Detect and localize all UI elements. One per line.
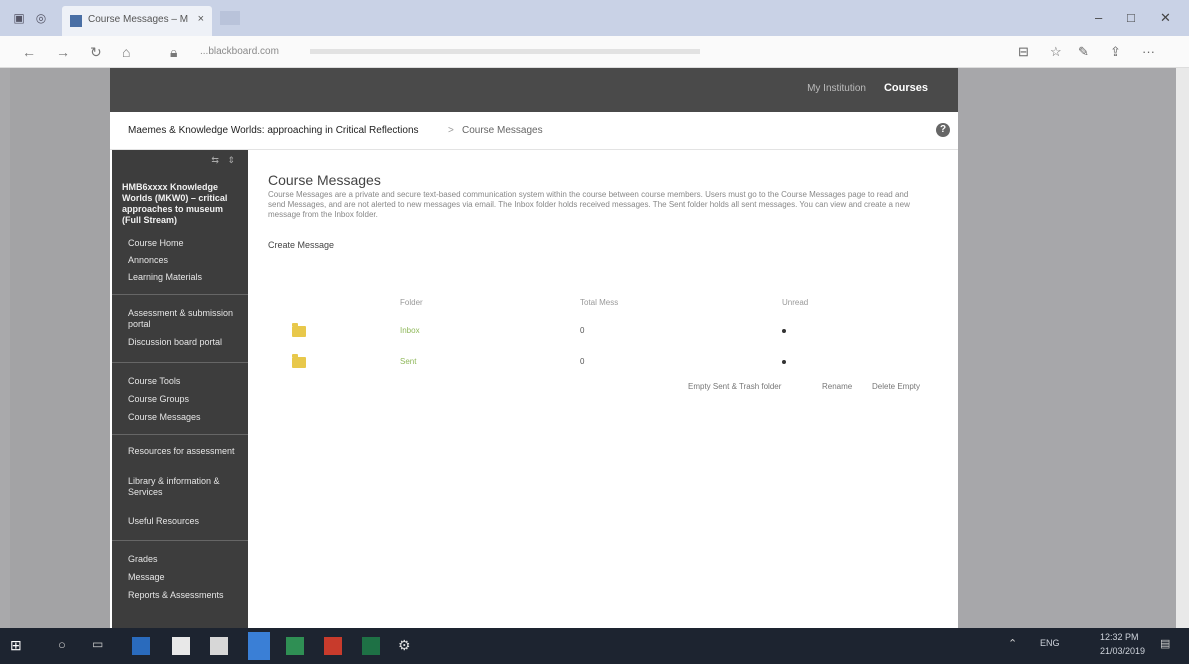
favicon-icon — [70, 15, 82, 27]
settings-gear-icon[interactable]: ⚙ — [398, 637, 416, 655]
menu-item-learning-materials[interactable]: Learning Materials — [128, 272, 240, 283]
lock-icon: 🔒︎ — [170, 44, 178, 60]
page-margin-right — [958, 68, 1176, 628]
vertical-scrollbar[interactable] — [1176, 68, 1189, 628]
tab-close-icon[interactable]: × — [198, 13, 204, 25]
favorite-star-icon[interactable]: ☆ — [1050, 44, 1062, 60]
close-window-icon[interactable]: ✕ — [1160, 10, 1171, 26]
page-margin-left — [10, 68, 110, 628]
notifications-icon[interactable]: ▤ — [1160, 637, 1178, 655]
menu-item-course-tools[interactable]: Course Tools — [128, 376, 240, 387]
new-tab-button[interactable] — [220, 11, 240, 25]
mail-app-icon[interactable] — [210, 637, 228, 655]
breadcrumb-current: Course Messages — [462, 125, 543, 136]
page: My Institution Courses Maemes & Knowledg… — [110, 68, 958, 628]
menu-item-library-services[interactable]: Library & information & Services — [128, 476, 240, 498]
menu-item-grades[interactable]: Grades — [128, 554, 240, 565]
office-app-icon[interactable] — [286, 637, 304, 655]
tray-language[interactable]: ENG — [1040, 638, 1060, 648]
back-arrow-icon[interactable]: ← — [22, 44, 36, 60]
menu-item-assessment-portal[interactable]: Assessment & submission portal — [128, 308, 240, 330]
browser-tab[interactable]: Course Messages – Mic × — [62, 6, 212, 36]
rename-button[interactable]: Rename — [822, 382, 852, 391]
top-navigation: My Institution Courses — [110, 68, 958, 112]
menu-item-assessment-resources[interactable]: Resources for assessment — [128, 446, 240, 457]
folder-link-sent[interactable]: Sent — [400, 357, 416, 366]
task-view-icon[interactable]: ▭ — [92, 637, 110, 655]
menu-item-message[interactable]: Message — [128, 572, 240, 583]
tab-actions-icon[interactable]: ▣ — [12, 11, 26, 25]
menu-item-discussion-portal[interactable]: Discussion board portal — [128, 337, 240, 348]
menu-item-reports[interactable]: Reports & Assessments — [128, 590, 240, 601]
breadcrumb: Maemes & Knowledge Worlds: approaching i… — [110, 112, 958, 150]
network-icon[interactable]: ⌃ — [1008, 637, 1026, 655]
start-windows-icon[interactable]: ⊞ — [10, 637, 28, 655]
total-count-sent: 0 — [580, 357, 585, 366]
menu-item-course-home[interactable]: Course Home — [128, 238, 240, 249]
clock-date[interactable]: 21/03/2019 — [1100, 646, 1145, 656]
page-title: Course Messages — [268, 172, 381, 188]
share-icon[interactable]: ⇪ — [1110, 44, 1121, 60]
menu-divider — [112, 540, 248, 541]
unread-marker-sent — [782, 360, 786, 364]
column-header-unread[interactable]: Unread — [782, 298, 808, 307]
menu-divider — [112, 294, 248, 295]
institution-link[interactable]: My Institution — [807, 83, 866, 94]
menu-divider — [112, 362, 248, 363]
column-header-total[interactable]: Total Mess — [580, 298, 618, 307]
active-browser-app-icon[interactable] — [248, 632, 270, 660]
browser-title-bar: ▣ ◎ Course Messages – Mic × – □ ✕ — [0, 0, 1189, 36]
excel-app-icon[interactable] — [362, 637, 380, 655]
home-icon[interactable]: ⌂ — [122, 44, 130, 60]
breadcrumb-course[interactable]: Maemes & Knowledge Worlds: approaching i… — [128, 125, 419, 136]
help-icon[interactable]: ? — [936, 123, 950, 137]
breadcrumb-separator: > — [448, 125, 454, 136]
create-message-button[interactable]: Create Message — [268, 240, 334, 250]
taskbar: ⊞ ○ ▭ ⚙ ⌃ ENG 12:32 PM 21/03/2019 ▤ — [0, 628, 1189, 664]
forward-arrow-icon[interactable]: → — [56, 44, 70, 60]
page-description: Course Messages are a private and secure… — [268, 190, 910, 219]
menu-item-course-messages[interactable]: Course Messages — [128, 412, 240, 423]
menu-item-useful-resources[interactable]: Useful Resources — [128, 516, 240, 527]
empty-folder-button[interactable]: Empty Sent & Trash folder — [688, 382, 781, 391]
unread-marker-inbox — [782, 329, 786, 333]
acrobat-app-icon[interactable] — [324, 637, 342, 655]
store-app-icon[interactable] — [172, 637, 190, 655]
minimize-icon[interactable]: – — [1095, 10, 1102, 25]
courses-tab[interactable]: Courses — [884, 82, 928, 94]
pen-icon[interactable]: ✎ — [1078, 44, 1089, 60]
folder-link-inbox[interactable]: Inbox — [400, 326, 420, 335]
folder-icon — [292, 354, 306, 368]
refresh-icon[interactable]: ↻ — [90, 44, 102, 61]
reading-view-icon[interactable]: ⊟ — [1018, 44, 1029, 60]
menu-item-course-groups[interactable]: Course Groups — [128, 394, 240, 405]
address-bar: ← → ↻ ⌂ 🔒︎ ...blackboard.com ⊟ ☆ ✎ ⇪ ··· — [0, 36, 1189, 68]
delete-empty-button[interactable]: Delete Empty — [872, 382, 920, 391]
course-menu: ⇆ ⇕ HMB6xxxx Knowledge Worlds (MKW0) – c… — [112, 150, 248, 628]
more-menu-icon[interactable]: ··· — [1142, 44, 1155, 59]
tab-title: Course Messages – Mic — [88, 14, 188, 25]
url-path-blurred — [310, 49, 700, 54]
total-count-inbox: 0 — [580, 326, 585, 335]
maximize-icon[interactable]: □ — [1127, 10, 1135, 25]
menu-divider — [112, 434, 248, 435]
folder-icon — [292, 323, 306, 337]
url-field[interactable]: ...blackboard.com — [200, 46, 279, 57]
edge-app-icon[interactable] — [132, 637, 150, 655]
clock-time[interactable]: 12:32 PM — [1100, 632, 1139, 642]
search-icon[interactable]: ○ — [58, 637, 76, 655]
course-menu-title[interactable]: HMB6xxxx Knowledge Worlds (MKW0) – criti… — [122, 182, 242, 226]
column-header-folder[interactable]: Folder — [400, 298, 423, 307]
back-tabs-icon[interactable]: ◎ — [34, 11, 48, 25]
menu-controls-icon[interactable]: ⇆ ⇕ — [211, 155, 238, 166]
menu-item-announcements[interactable]: Annonces — [128, 255, 240, 266]
